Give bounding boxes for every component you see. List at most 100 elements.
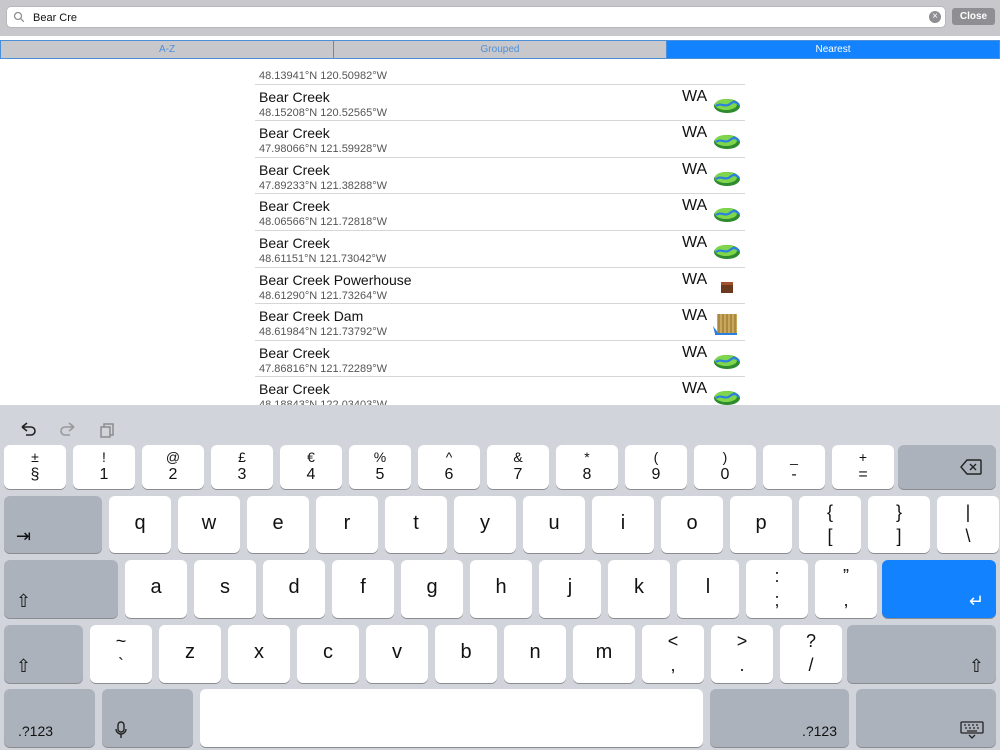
key-c[interactable]: c (297, 625, 359, 683)
key-symbol-2[interactable]: | \ (937, 496, 999, 553)
list-item[interactable]: Bear Creek 47.89233°N 121.38288°W WA (255, 158, 745, 195)
key-2[interactable]: @2 (142, 445, 204, 489)
undo-icon[interactable] (18, 419, 38, 439)
key-m[interactable]: m (573, 625, 635, 683)
close-button[interactable]: Close (952, 8, 995, 25)
list-item[interactable]: Bear Creek 48.61151°N 121.73042°W WA (255, 231, 745, 268)
key-j[interactable]: j (539, 560, 601, 618)
key-e[interactable]: e (247, 496, 309, 553)
key-5[interactable]: % 5 (349, 445, 411, 489)
key-k[interactable]: k (608, 560, 670, 618)
key-z[interactable]: z (159, 625, 221, 683)
key-n[interactable]: n (504, 625, 566, 683)
list-item[interactable]: Bear Creek 48.15208°N 120.52565°W WA (255, 85, 745, 122)
key-y[interactable]: y (454, 496, 516, 553)
tab-key[interactable]: ⇥ (4, 496, 102, 553)
item-coordinates: 48.06566°N 121.72818°W (259, 216, 388, 229)
key-0[interactable]: ± § (4, 445, 66, 489)
key-i[interactable]: i (592, 496, 654, 553)
key-d[interactable]: d (263, 560, 325, 618)
key-char: 5 (375, 466, 385, 483)
item-name: Bear Creek (259, 344, 330, 361)
key-symbol-r3-0[interactable]: <, (642, 625, 704, 683)
key-f[interactable]: f (332, 560, 394, 618)
key-o[interactable]: o (661, 496, 723, 553)
tab-icon: ⇥ (16, 526, 32, 546)
key-q[interactable]: q (109, 496, 171, 553)
shift-right-key[interactable]: ⇧ (847, 625, 996, 683)
tab-nearest[interactable]: Nearest (666, 41, 999, 58)
paste-icon[interactable] (98, 419, 118, 439)
key-char: ; (774, 590, 780, 610)
redo-icon[interactable] (58, 419, 78, 439)
item-coordinates: 48.15208°N 120.52565°W (259, 106, 388, 119)
key-char: x (254, 641, 264, 663)
key-w[interactable]: w (178, 496, 240, 553)
list-item[interactable]: Bear Creek48.18843°N 122.03403°WWA (255, 377, 745, 405)
key-shift-char: { (826, 502, 833, 522)
key-tilde[interactable]: ~ ` (90, 625, 152, 683)
return-key[interactable]: ↵ (882, 560, 996, 618)
key-char: l (705, 576, 711, 598)
key-9[interactable]: (9 (625, 445, 687, 489)
key-symbol-1[interactable]: }] (868, 496, 930, 553)
key-h[interactable]: h (470, 560, 532, 618)
key-u[interactable]: u (523, 496, 585, 553)
search-field[interactable]: × (6, 6, 946, 28)
dictation-key[interactable] (102, 689, 193, 747)
tab-grouped[interactable]: Grouped (333, 41, 666, 58)
key-char: v (392, 641, 402, 663)
space-key[interactable] (200, 689, 703, 747)
key-symbol-r3-2[interactable]: ? / (780, 625, 842, 683)
key-r[interactable]: r (316, 496, 378, 553)
key-shift-char: ! (102, 449, 106, 465)
list-item[interactable]: 48.13941°N 120.50982°W (255, 60, 745, 85)
shift-lock-key[interactable]: ⇧ (4, 560, 118, 618)
tab-a-z[interactable]: A-Z (1, 41, 333, 58)
numbers-key[interactable]: .?123 (4, 689, 95, 747)
clear-icon[interactable]: × (929, 11, 941, 23)
key-l[interactable]: l (677, 560, 739, 618)
building-icon (721, 281, 733, 293)
key-g[interactable]: g (401, 560, 463, 618)
key-12[interactable]: + = (832, 445, 894, 489)
list-item[interactable]: Bear Creek Dam 48.61984°N 121.73792°W WA (255, 304, 745, 341)
key-symbol-r2-0[interactable]: :; (746, 560, 808, 618)
key-x[interactable]: x (228, 625, 290, 683)
key-shift-char: ” (843, 566, 849, 586)
key-11[interactable]: _ - (763, 445, 825, 489)
key-10[interactable]: ) 0 (694, 445, 756, 489)
microphone-icon (115, 721, 127, 738)
key-8[interactable]: * 8 (556, 445, 618, 489)
key-symbol-r2-1[interactable]: ”, (815, 560, 877, 618)
key-1[interactable]: ! 1 (73, 445, 135, 489)
key-v[interactable]: v (366, 625, 428, 683)
list-item[interactable]: Bear Creek 47.86816°N 121.72289°W WA (255, 341, 745, 378)
key-7[interactable]: & 7 (487, 445, 549, 489)
key-6[interactable]: ^ 6 (418, 445, 480, 489)
list-item[interactable]: Bear Creek Powerhouse 48.61290°N 121.7326… (255, 268, 745, 305)
list-item[interactable]: Bear Creek 47.98066°N 121.59928°W WA (255, 121, 745, 158)
sort-segmented-control: A-Z Grouped Nearest (0, 40, 1000, 59)
hide-keyboard-key[interactable] (856, 689, 996, 747)
key-symbol-r3-1[interactable]: >. (711, 625, 773, 683)
key-shift-char: } (895, 502, 902, 522)
key-p[interactable]: p (730, 496, 792, 553)
key-char: p (755, 512, 767, 534)
key-symbol-0[interactable]: {[ (799, 496, 861, 553)
stream-icon (714, 208, 740, 223)
key-b[interactable]: b (435, 625, 497, 683)
delete-key[interactable] (898, 445, 996, 489)
key-t[interactable]: t (385, 496, 447, 553)
key-a[interactable]: a (125, 560, 187, 618)
key-s[interactable]: s (194, 560, 256, 618)
search-input[interactable] (33, 9, 913, 26)
key-4[interactable]: €4 (280, 445, 342, 489)
numbers-key-right[interactable]: .?123 (710, 689, 849, 747)
list-item[interactable]: Bear Creek 48.06566°N 121.72818°W WA (255, 194, 745, 231)
shift-left-key[interactable]: ⇧ (4, 625, 83, 683)
key-3[interactable]: £3 (211, 445, 273, 489)
results-list[interactable]: 48.13941°N 120.50982°W Bear Creek 48.15208… (0, 60, 1000, 405)
item-name: Bear Creek (259, 234, 330, 251)
item-name: Bear Creek Dam (259, 308, 364, 325)
